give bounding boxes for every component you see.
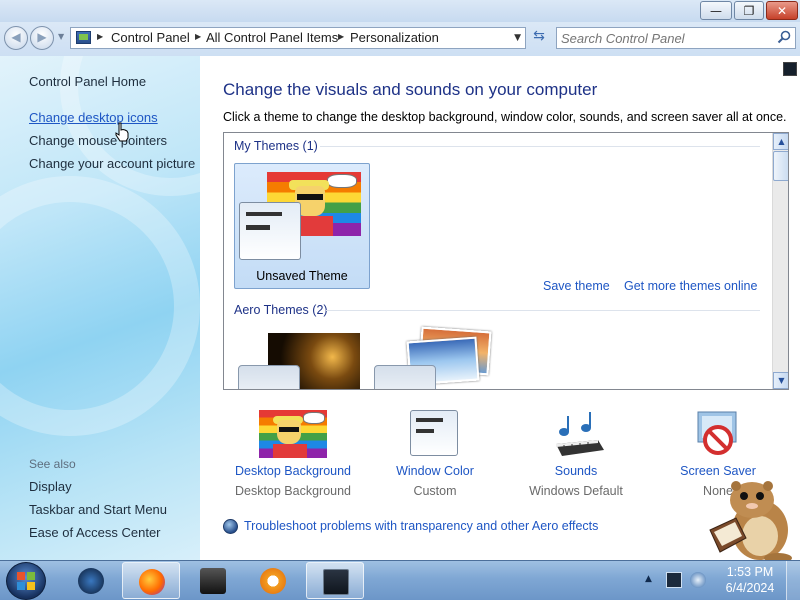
search-box[interactable] (556, 27, 796, 49)
app-orb-icon (78, 568, 104, 594)
forward-arrow-icon: ▶ (37, 30, 47, 44)
show-hidden-icons-button[interactable]: ▲ (645, 574, 652, 584)
breadcrumb-all-items[interactable]: All Control Panel Items (206, 30, 338, 46)
forward-button[interactable]: ▶ (30, 26, 54, 50)
sounds-value: Windows Default (529, 484, 623, 498)
title-bar[interactable]: — ❐ ✕ (0, 0, 800, 22)
back-arrow-icon: ◀ (11, 30, 21, 44)
change-mouse-pointers-link[interactable]: Change mouse pointers (29, 133, 167, 149)
aero-themes-heading: Aero Themes (2) (234, 303, 328, 317)
address-toolbar: ◀ ▶ ▼ ▶ Control Panel ▶ All Control Pane… (0, 22, 800, 56)
character-glasses (297, 194, 323, 200)
taskbar-start-menu-link[interactable]: Taskbar and Start Menu (29, 502, 167, 518)
sounds-icon (556, 412, 604, 456)
action-center-icon[interactable] (690, 572, 706, 588)
taskbar-app-3[interactable] (184, 562, 242, 599)
recent-pages-dropdown[interactable]: ▼ (58, 32, 64, 41)
theme-name: Unsaved Theme (256, 269, 348, 283)
address-history-dropdown[interactable]: ▼ (514, 33, 521, 43)
breadcrumb-personalization[interactable]: Personalization (350, 30, 439, 46)
get-more-themes-link[interactable]: Get more themes online (624, 279, 757, 293)
breadcrumb-separator-icon[interactable]: ▶ (97, 32, 103, 41)
network-icon[interactable] (666, 572, 682, 588)
close-icon: ✕ (776, 4, 788, 18)
ease-of-access-link[interactable]: Ease of Access Center (29, 525, 161, 541)
media-player-icon (260, 568, 286, 594)
background-swirl (0, 176, 200, 436)
page-description: Click a theme to change the desktop back… (223, 110, 787, 124)
taskbar: ▲ 1:53 PM 6/4/2024 (0, 560, 800, 600)
scroll-thumb[interactable] (773, 151, 788, 181)
media-center-icon (200, 568, 226, 594)
chevron-down-icon: ▼ (778, 376, 785, 385)
screen-saver-icon (697, 411, 737, 455)
maximize-button[interactable]: ❐ (734, 1, 764, 20)
globe-icon (223, 519, 238, 534)
display-link[interactable]: Display (29, 479, 72, 495)
chevron-up-icon: ▲ (778, 137, 785, 146)
taskbar-app-1[interactable] (62, 562, 120, 599)
see-also-heading: See also (29, 457, 76, 471)
hand-cursor-icon (115, 122, 129, 142)
personalization-window-icon (323, 569, 349, 595)
window-color-swatch (239, 202, 301, 260)
search-input[interactable] (561, 29, 771, 47)
help-icon[interactable] (783, 62, 797, 76)
theme-list-scrollbar[interactable]: ▲ ▼ (772, 133, 788, 389)
change-account-picture-link[interactable]: Change your account picture (29, 156, 195, 172)
breadcrumb-control-panel[interactable]: Control Panel (111, 30, 190, 46)
divider (320, 146, 760, 147)
divider (326, 310, 760, 311)
desktop-background-icon (259, 410, 327, 458)
windows-logo-icon (17, 572, 35, 590)
breadcrumb-separator-icon[interactable]: ▶ (338, 32, 344, 41)
scroll-up-button[interactable]: ▲ (773, 133, 788, 150)
show-desktop-button[interactable] (786, 561, 800, 600)
refresh-button[interactable]: ⇆ (528, 28, 550, 48)
breadcrumb-separator-icon[interactable]: ▶ (195, 32, 201, 41)
troubleshoot-link[interactable]: Troubleshoot problems with transparency … (244, 519, 598, 533)
control-panel-home-link[interactable]: Control Panel Home (29, 74, 146, 90)
back-button[interactable]: ◀ (4, 26, 28, 50)
my-themes-heading: My Themes (1) (234, 139, 318, 153)
minimize-button[interactable]: — (700, 1, 732, 20)
personalization-window: — ❐ ✕ ◀ ▶ ▼ ▶ Control Panel ▶ All Contro… (0, 0, 800, 562)
close-button[interactable]: ✕ (766, 1, 798, 20)
start-button[interactable] (6, 562, 46, 600)
window-color-value: Custom (413, 484, 457, 498)
desktop-background-link[interactable]: Desktop Background (223, 464, 363, 478)
taskbar-firefox[interactable] (122, 562, 180, 599)
firefox-icon (139, 569, 165, 595)
taskbar-media-player[interactable] (244, 562, 302, 599)
clock-date[interactable]: 6/4/2024 (722, 581, 778, 595)
screen-saver-link[interactable]: Screen Saver (648, 464, 788, 478)
desktop-background-value: Desktop Background (234, 484, 352, 498)
task-pane: Control Panel Home Change desktop icons … (0, 56, 200, 560)
page-title: Change the visuals and sounds on your co… (223, 80, 598, 99)
control-panel-icon (76, 31, 91, 44)
hamster-sticker (709, 481, 792, 562)
aero-window-color-swatch (374, 365, 436, 389)
window-color-link[interactable]: Window Color (365, 464, 505, 478)
save-theme-link[interactable]: Save theme (543, 279, 610, 293)
change-desktop-icons-link[interactable]: Change desktop icons (29, 110, 158, 126)
aero-window-color-swatch (238, 365, 300, 389)
maximize-icon: ❐ (743, 4, 755, 18)
taskbar-control-panel[interactable] (306, 562, 364, 599)
window-color-icon (410, 410, 458, 456)
address-bar[interactable]: ▶ Control Panel ▶ All Control Panel Item… (70, 27, 526, 49)
speech-bubble (327, 174, 357, 188)
search-icon[interactable] (777, 30, 791, 44)
sounds-link[interactable]: Sounds (506, 464, 646, 478)
theme-list[interactable]: My Themes (1) Unsaved Theme Save theme G… (223, 132, 789, 390)
minimize-icon: — (710, 4, 722, 18)
refresh-icon: ⇆ (533, 28, 545, 44)
scroll-down-button[interactable]: ▼ (773, 372, 788, 389)
unsaved-theme-tile[interactable]: Unsaved Theme (234, 163, 370, 289)
clock-time[interactable]: 1:53 PM (722, 565, 778, 579)
